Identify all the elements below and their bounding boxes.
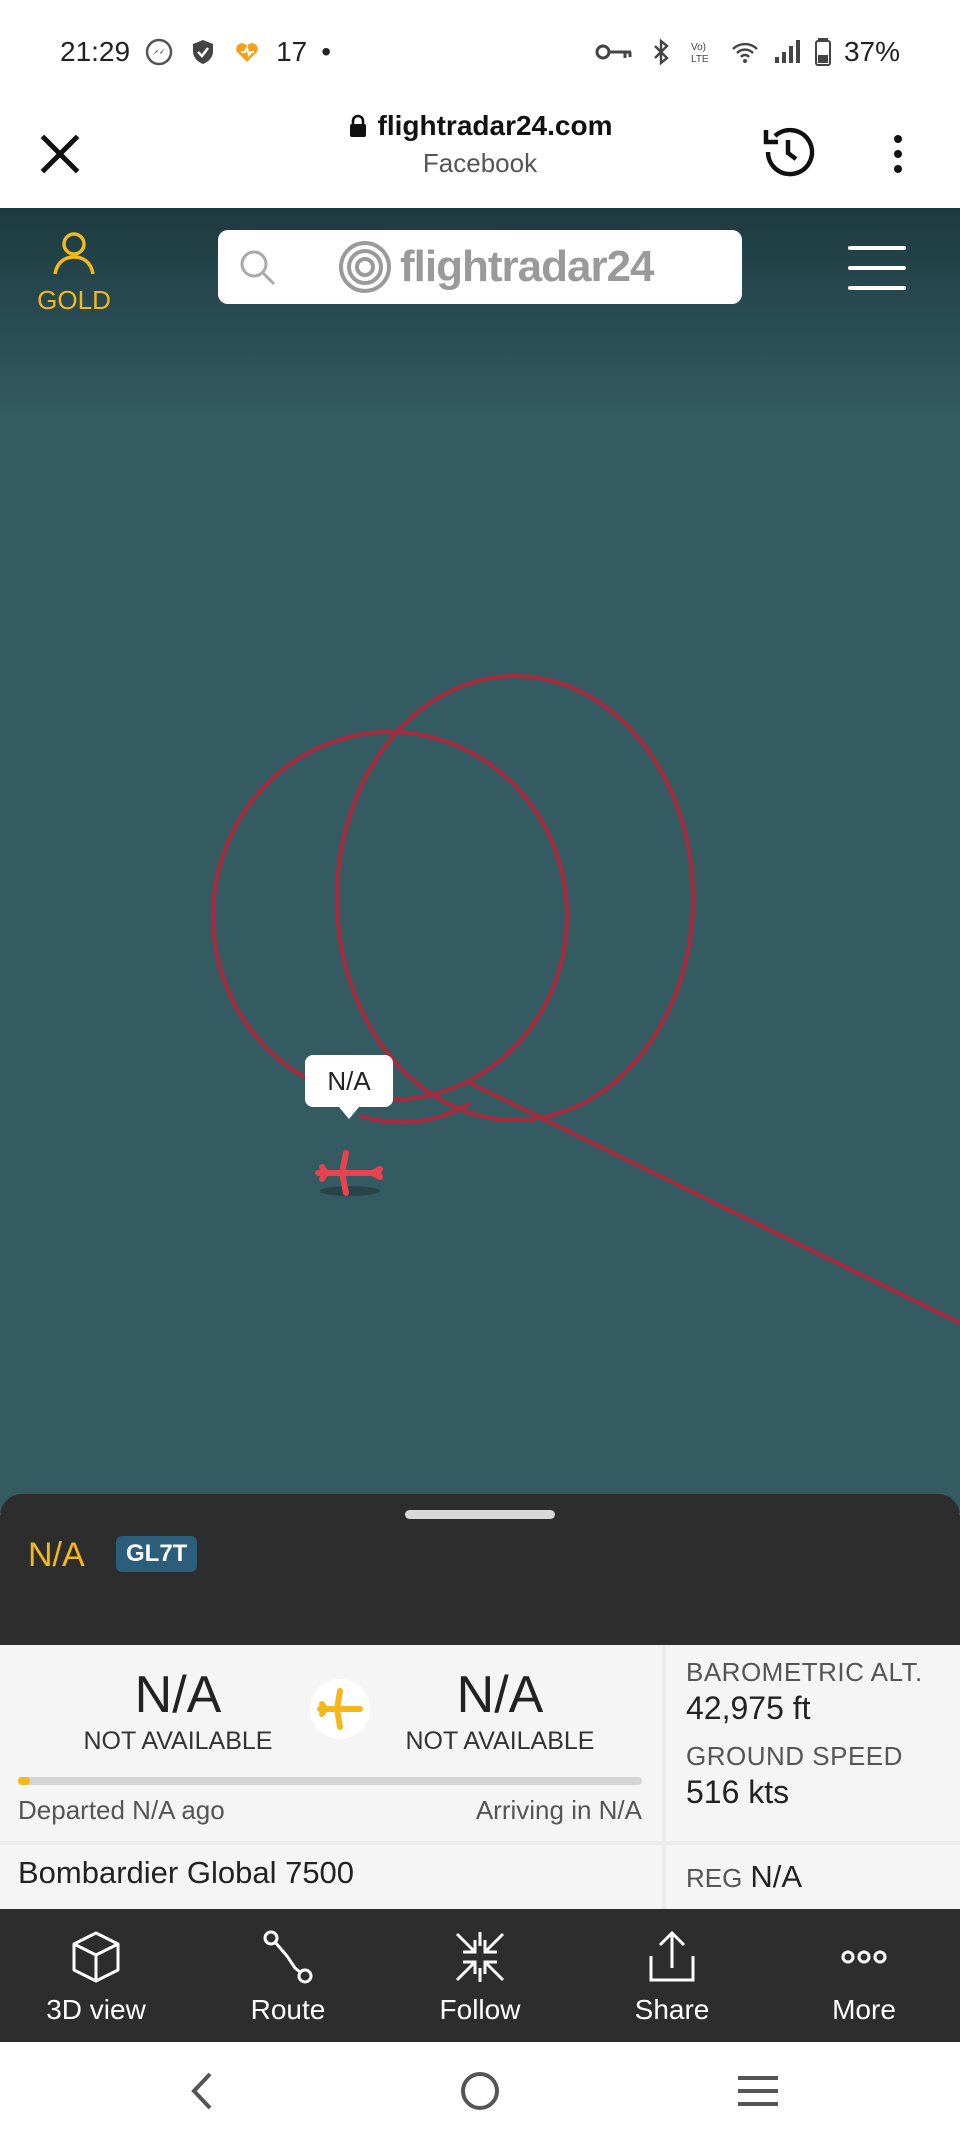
logo-text: flightradar24 [400,242,655,291]
arriving-text: Arriving in N/A [475,1795,642,1825]
3d-view-button[interactable]: 3D view [0,1910,192,2042]
lock-icon [349,114,366,137]
origin-name: NOT AVAILABLE [83,1727,273,1755]
url-subtitle: Facebook [422,148,538,178]
action-bar: 3D view Route Follow Share More [0,1910,960,2042]
share-icon [649,1930,695,1982]
flightradar24-logo: flightradar24 [338,236,655,298]
system-navigation-bar [0,2042,960,2137]
signal-icon [772,37,802,67]
radar-logo-icon [339,241,391,293]
aircraft-type: Bombardier Global 7500 [18,1855,355,1890]
baro-alt-value: 42,975 ft [686,1690,811,1726]
reg-value: N/A [750,1859,803,1894]
share-button[interactable]: Share [576,1910,768,2042]
flight-map[interactable]: N/A GOLD flightradar24 [0,208,960,1513]
registration-row[interactable]: REG N/A [666,1845,960,1909]
aircraft-code-badge: GL7T [116,1536,198,1572]
more-label: More [832,1994,896,2025]
status-time: 21:29 [60,36,131,67]
flight-progress-fill [18,1777,31,1785]
recent-apps-icon[interactable] [728,2066,788,2116]
ground-speed-value: 516 kts [686,1774,790,1810]
kebab-dot [894,150,902,158]
track-loop-left [211,730,569,1102]
ground-speed-label: GROUND SPEED [686,1741,903,1771]
history-icon [763,127,815,177]
flight-stats[interactable]: BAROMETRIC ALT. 42,975 ft GROUND SPEED 5… [666,1645,960,1841]
baro-alt-label: BAROMETRIC ALT. [686,1657,923,1687]
follow-icon [455,1932,505,1982]
url-display[interactable]: flightradar24.com Facebook [300,110,660,179]
route-label: Route [250,1994,326,2025]
back-icon[interactable] [172,2066,232,2116]
reg-label: REG [686,1863,743,1893]
vpn-key-icon [594,37,634,67]
close-icon [40,134,80,174]
menu-line [848,246,906,250]
menu-line [848,266,906,270]
user-icon [53,232,95,275]
battery-icon [814,37,832,67]
search-icon [240,250,276,286]
gold-account-button[interactable]: GOLD [28,228,120,328]
status-bar: 21:29 17 • Vo) LTE 37% [0,0,960,104]
more-icon [841,1950,887,1964]
browser-toolbar: flightradar24.com Facebook [0,104,960,208]
main-menu-button[interactable] [848,246,906,290]
route-block[interactable]: N/A NOT AVAILABLE N/A NOT AVAILABLE Depa… [0,1645,662,1841]
destination-airport: N/A NOT AVAILABLE [360,1665,640,1756]
follow-label: Follow [439,1994,521,2025]
aircraft-type-row[interactable]: Bombardier Global 7500 [0,1845,662,1909]
overflow-menu-button[interactable] [880,126,916,182]
origin-airport: N/A NOT AVAILABLE [38,1665,318,1756]
wifi-icon [730,37,760,67]
flight-track [211,674,960,1325]
destination-name: NOT AVAILABLE [405,1727,595,1755]
menu-line [848,286,906,290]
follow-button[interactable]: Follow [384,1910,576,2042]
notification-count: 17 [276,36,308,67]
facebook-messenger-icon [144,37,174,67]
volte-icon: Vo) LTE [688,37,718,67]
bluetooth-icon [646,37,676,67]
destination-code: N/A [456,1666,544,1724]
flight-progress-bar [18,1777,642,1785]
svg-text:Vo): Vo) [691,42,706,53]
heart-notification-icon [232,37,262,67]
cube-icon [72,1931,120,1983]
status-bar-right: Vo) LTE 37% [594,36,900,68]
kebab-dot [894,135,902,143]
home-icon[interactable] [450,2066,510,2116]
more-button[interactable]: More [768,1910,960,2042]
search-bar[interactable]: flightradar24 [218,230,742,304]
route-button[interactable]: Route [192,1910,384,2042]
shield-icon [188,37,218,67]
kebab-dot [894,165,902,173]
track-inbound-leg [469,1081,960,1325]
track-loop-right [335,674,695,1122]
origin-code: N/A [134,1666,222,1724]
svg-text:LTE: LTE [691,54,709,65]
panel-drag-handle[interactable] [405,1510,555,1519]
3d-view-label: 3D view [46,1994,146,2025]
flight-callsign: N/A [28,1536,85,1574]
route-icon [263,1930,313,1984]
close-button[interactable] [36,122,84,186]
battery-level: 37% [843,36,900,67]
departed-text: Departed N/A ago [18,1795,225,1825]
history-button[interactable] [756,120,820,184]
aircraft-marker-icon[interactable] [312,1143,388,1203]
gold-label: GOLD [37,285,111,315]
url-text: flightradar24.com [377,110,613,141]
status-dot: • [321,36,332,67]
map-callsign-tag[interactable]: N/A [305,1055,393,1119]
status-bar-left: 21:29 17 • [60,36,331,68]
flight-details: N/A NOT AVAILABLE N/A NOT AVAILABLE Depa… [0,1645,960,1909]
share-label: Share [634,1994,710,2025]
